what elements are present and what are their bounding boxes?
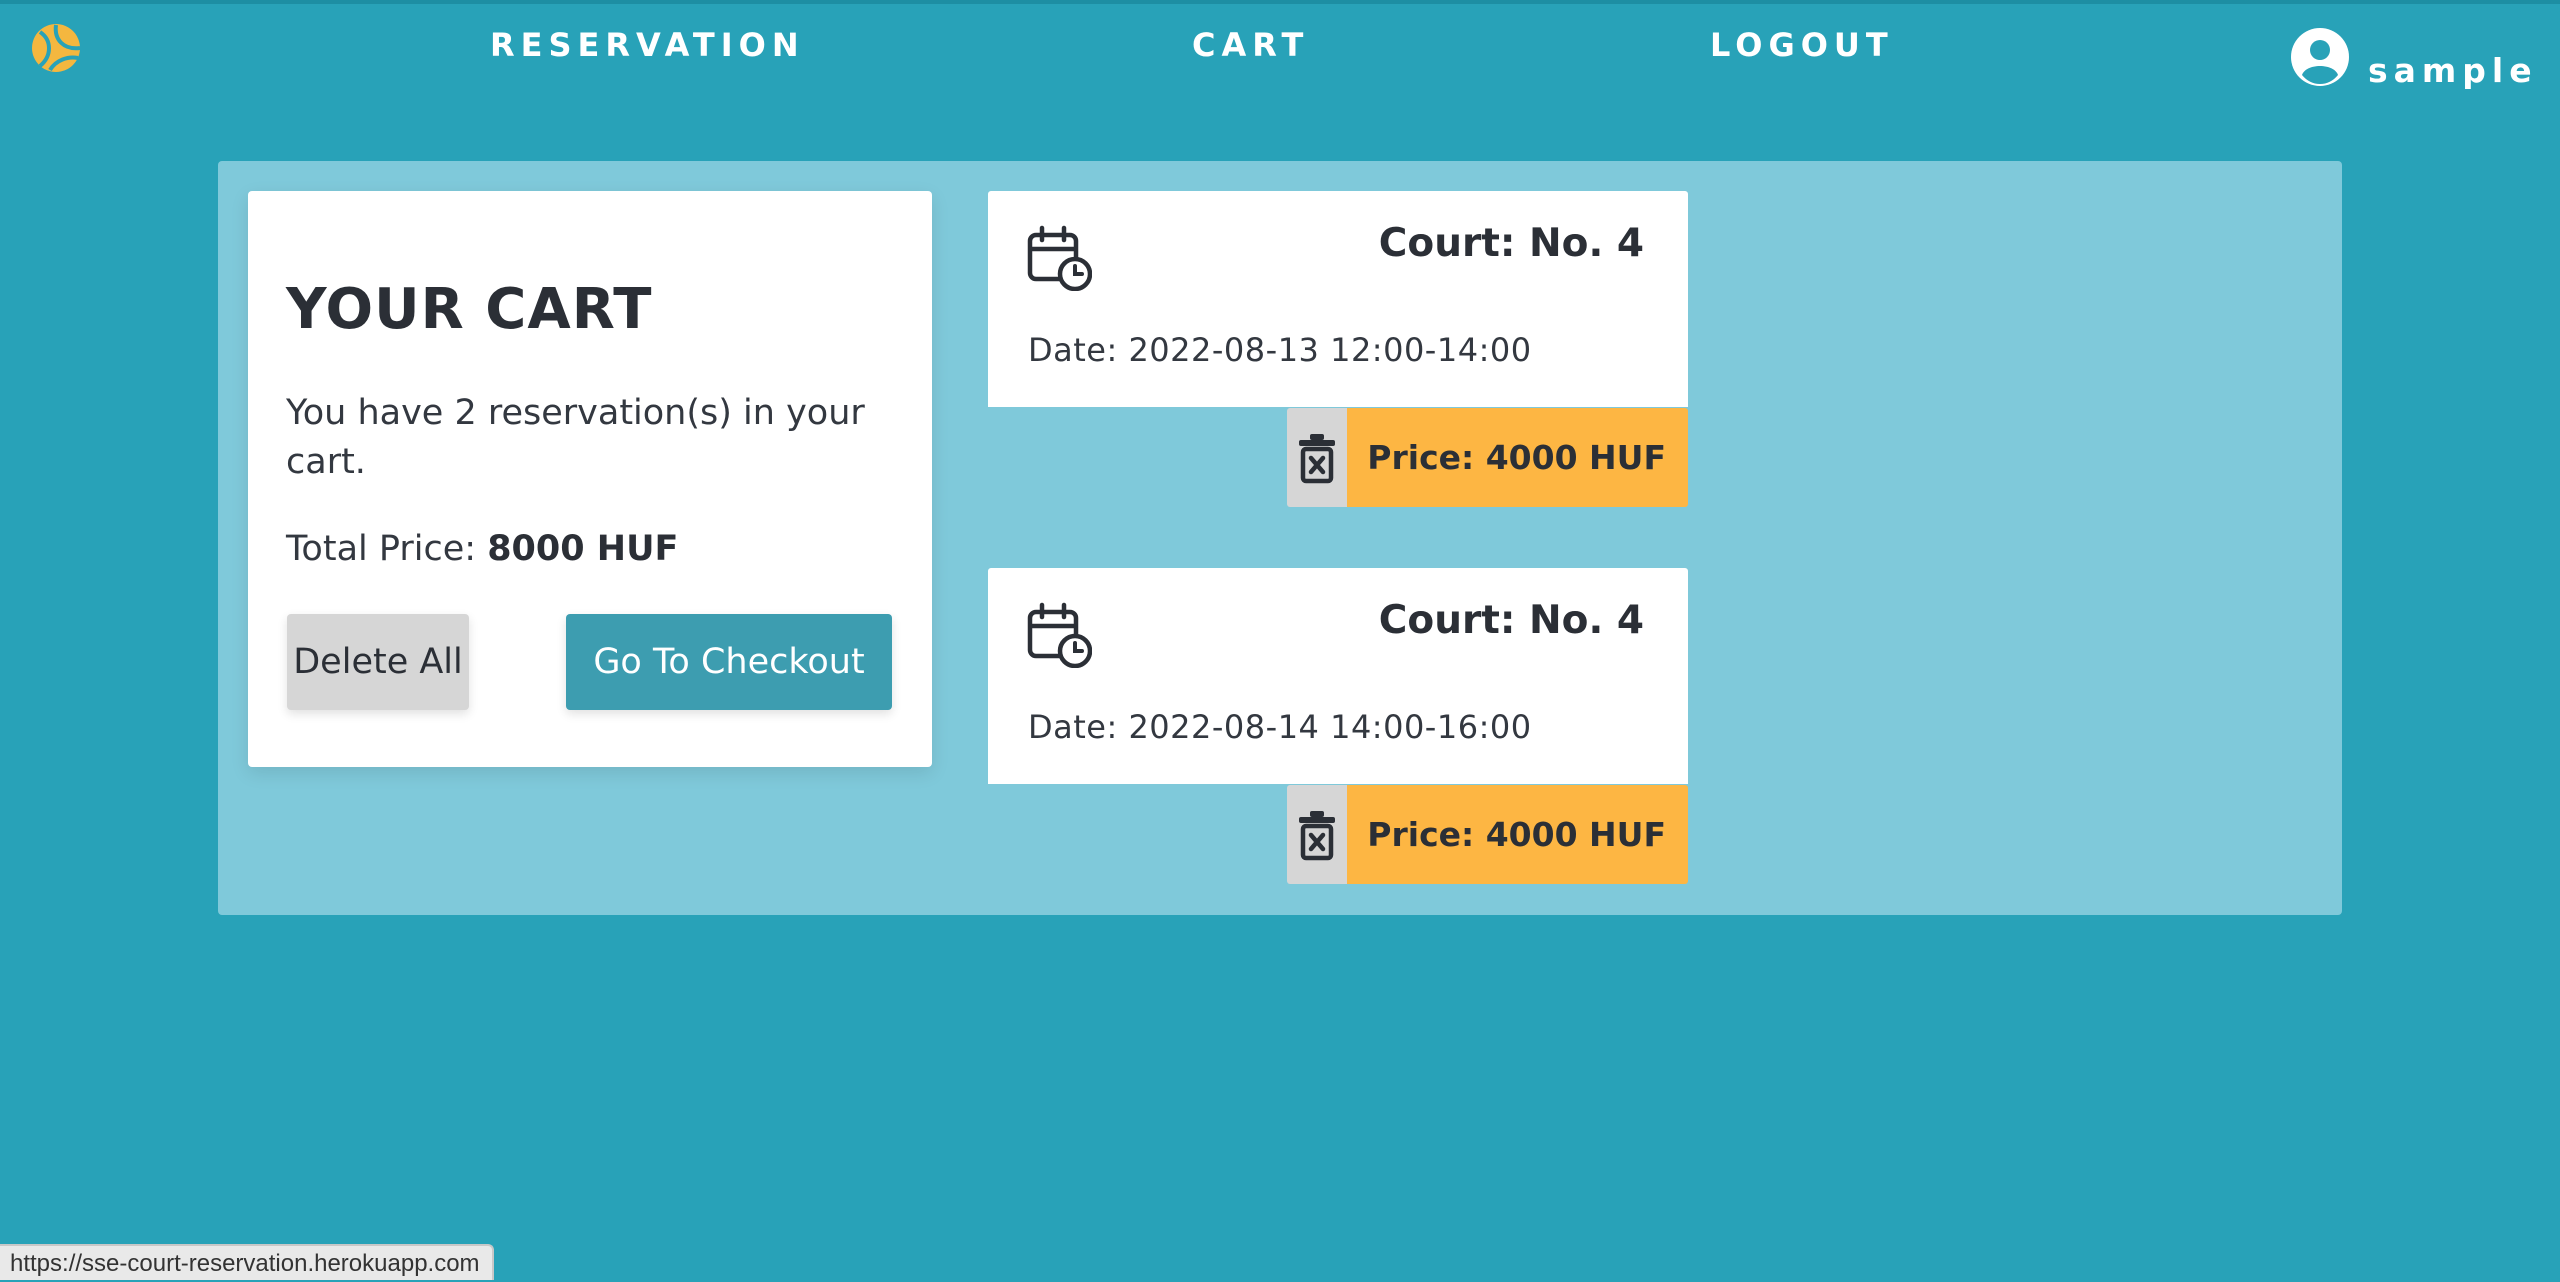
reservation-card: Court: No. 4 Date: 2022-08-14 14:00-16:0… [988,568,1688,784]
reservation-date: Date: 2022-08-13 12:00-14:00 [1028,331,1532,369]
reservation-footer: Price: 4000 HUF [1287,785,1688,884]
user-menu[interactable]: sample [2290,22,2538,92]
tennis-ball-icon[interactable] [30,22,82,74]
cart-summary-card: YOUR CART You have 2 reservation(s) in y… [248,191,932,767]
total-price-label: Total Price: [286,529,477,569]
delete-reservation-button[interactable] [1287,785,1347,884]
status-bar-url: https://sse-court-reservation.herokuapp.… [0,1244,494,1280]
reservation-price: Price: 4000 HUF [1347,408,1688,507]
nav-link-logout[interactable]: LOGOUT [1710,20,1894,70]
court-label: Court: No. 4 [1378,221,1644,266]
reservation-date: Date: 2022-08-14 14:00-16:00 [1028,708,1532,746]
delete-all-button[interactable]: Delete All [287,614,469,710]
top-border [0,0,2560,4]
reservation-price: Price: 4000 HUF [1347,785,1688,884]
calendar-clock-icon [1027,225,1092,291]
nav-link-cart[interactable]: CART [1192,20,1309,70]
total-price: Total Price: 8000 HUF [286,525,678,574]
calendar-clock-icon [1027,602,1092,668]
nav-link-reservation[interactable]: RESERVATION [490,20,805,70]
reservation-footer: Price: 4000 HUF [1287,408,1688,507]
court-label: Court: No. 4 [1378,598,1644,643]
delete-reservation-button[interactable] [1287,408,1347,507]
checkout-button[interactable]: Go To Checkout [566,614,892,710]
cart-title: YOUR CART [286,277,653,342]
reservation-card: Court: No. 4 Date: 2022-08-13 12:00-14:0… [988,191,1688,407]
total-price-value: 8000 HUF [487,529,679,569]
trash-icon [1299,433,1335,483]
username: sample [2368,50,2538,90]
trash-icon [1299,810,1335,860]
cart-summary-text: You have 2 reservation(s) in your cart. [286,393,865,482]
user-circle-icon [2291,28,2349,86]
